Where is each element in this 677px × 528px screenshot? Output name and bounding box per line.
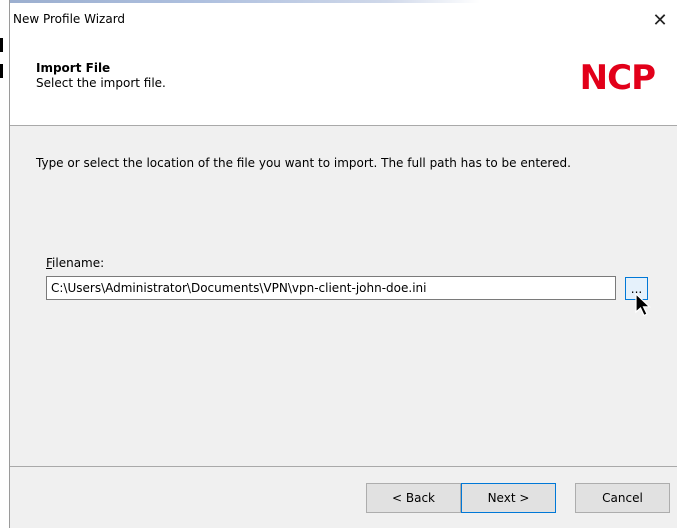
back-button[interactable]: < Back xyxy=(366,483,461,513)
edge-mark xyxy=(0,64,3,78)
edge-mark xyxy=(0,38,3,52)
cancel-button[interactable]: Cancel xyxy=(575,483,670,513)
ncp-logo: NCP xyxy=(579,58,656,98)
mouse-pointer-icon xyxy=(635,293,652,317)
page-title: Import File xyxy=(36,61,111,75)
background-edge xyxy=(0,0,9,528)
close-icon: ✕ xyxy=(652,9,668,31)
wizard-header: Import File Select the import file. NCP xyxy=(10,39,677,126)
close-button[interactable]: ✕ xyxy=(643,6,677,34)
title-bar: New Profile Wizard ✕ xyxy=(10,0,677,39)
wizard-content: Type or select the location of the file … xyxy=(10,126,677,466)
footer-separator xyxy=(10,466,677,467)
wizard-window: New Profile Wizard ✕ Import File Select … xyxy=(9,0,677,528)
filename-input[interactable] xyxy=(46,276,616,300)
instructions-text: Type or select the location of the file … xyxy=(36,156,571,170)
title-strip xyxy=(10,0,480,3)
filename-label-rest: ilename: xyxy=(52,256,105,270)
page-subtitle: Select the import file. xyxy=(36,76,166,90)
window-title: New Profile Wizard xyxy=(13,12,126,26)
next-button[interactable]: Next > xyxy=(461,483,556,513)
filename-label: Filename: xyxy=(46,256,104,270)
